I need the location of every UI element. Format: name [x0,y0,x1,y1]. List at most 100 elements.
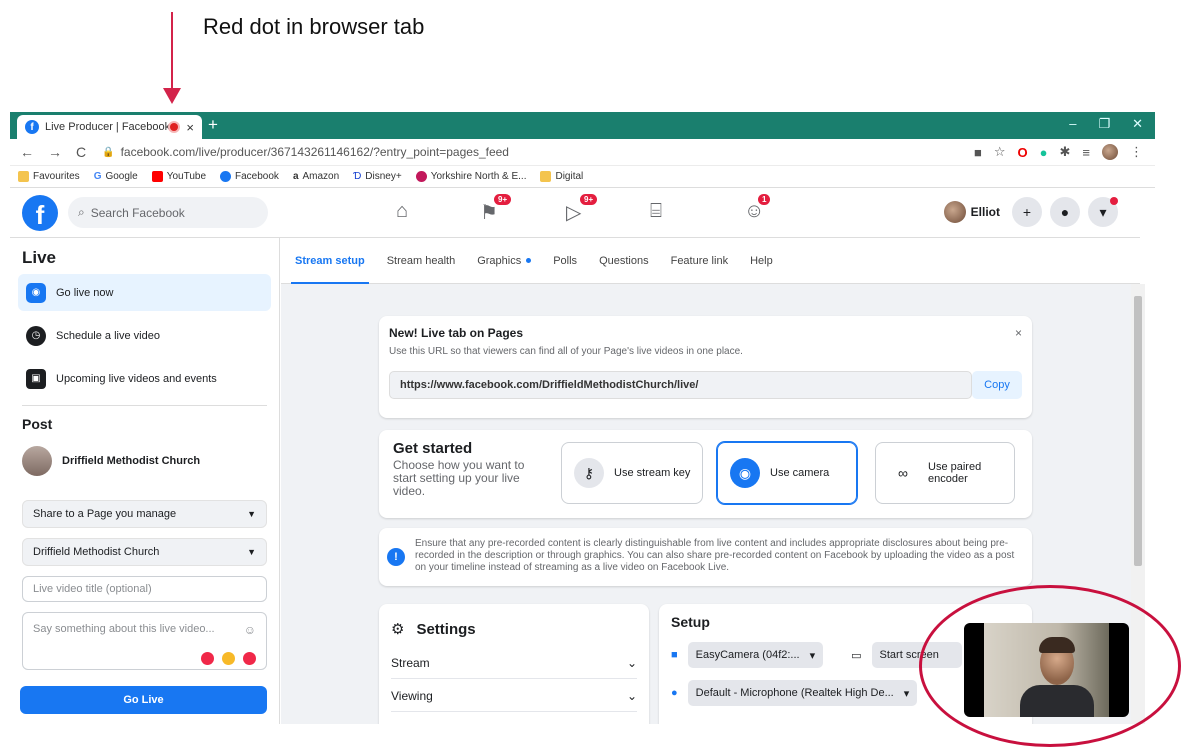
tab-help[interactable]: Help [750,238,773,284]
page-select[interactable]: Driffield Methodist Church ▼ [22,538,267,566]
pages-badge: 9+ [494,194,512,205]
bookmark-google[interactable]: G Google [94,171,138,182]
sidebar-item-schedule[interactable]: ◷ Schedule a live video [18,317,271,354]
address-bar: ← → C 🔒 facebook.com/live/producer/36714… [10,139,1155,166]
go-live-button[interactable]: Go Live [20,686,267,714]
marketplace-icon[interactable]: ⌸ [650,200,662,223]
opera-icon[interactable]: O [1018,145,1028,160]
restore-icon[interactable]: ❐ [1098,116,1110,132]
reaction-red-icon[interactable] [201,652,214,665]
tab-stream-setup[interactable]: Stream setup [291,238,369,285]
folder-icon [18,171,29,182]
post-heading: Post [22,416,53,432]
pages-flag-icon[interactable]: ⚑ 9+ [480,194,512,225]
reaction-yellow-icon[interactable] [222,652,235,665]
facebook-logo-icon[interactable]: f [22,195,58,231]
profile-avatar-icon[interactable] [1102,144,1118,160]
camera-option[interactable]: ◉ Use camera [717,442,857,504]
reading-list-icon[interactable]: ≡ [1082,145,1090,160]
settings-row-stream[interactable]: Stream ⌄ [391,656,637,679]
tab-label: Questions [599,254,649,267]
close-icon[interactable]: × [1015,326,1022,340]
settings-row-viewing[interactable]: Viewing ⌄ [391,689,637,712]
bookmark-label: Facebook [235,171,279,182]
tab-strip: f Live Producer | Facebook × + – ❐ ✕ [10,112,1155,139]
camera-indicator-icon[interactable]: ■ [974,145,982,160]
chevron-down-icon: ⌄ [626,656,637,670]
live-url-field[interactable]: https://www.facebook.com/DriffieldMethod… [389,371,972,399]
bookmark-youtube[interactable]: YouTube [151,171,206,182]
tab-label: Stream health [386,254,456,267]
bookmark-amazon[interactable]: a Amazon [293,171,339,182]
sidebar-item-go-live-now[interactable]: ◉ Go live now [18,274,271,311]
tab-stream-health[interactable]: Stream health [387,238,455,284]
tab-close-icon[interactable]: × [186,120,194,135]
annotation-arrow-line [171,12,173,90]
camera-select[interactable]: EasyCamera (04f2:... ▾ [687,642,824,668]
forward-icon[interactable]: → [48,144,62,160]
screen-icon: ▭ [851,649,862,662]
page-name: Driffield Methodist Church [62,455,201,467]
star-icon[interactable]: ☆ [994,144,1006,160]
scroll-thumb[interactable] [1134,296,1142,566]
bookmark-label: Digital [555,171,584,182]
emoji-icon[interactable]: ☺ [244,623,256,637]
caret-down-icon: ▾ [809,649,816,662]
tab-feature-link[interactable]: Feature link [671,238,728,284]
groups-icon[interactable]: ☺ 1 [744,194,771,223]
reaction-heart-icon[interactable] [243,652,256,665]
menu-kebab-icon[interactable]: ⋮ [1130,144,1143,160]
notifications-button[interactable]: ● [1050,197,1080,227]
account-menu-button[interactable]: ▾ [1088,197,1118,227]
title-input[interactable]: Live video title (optional) [22,576,267,602]
sidebar-item-upcoming[interactable]: ▣ Upcoming live videos and events [18,360,271,397]
facebook-icon [220,171,232,182]
profile-button[interactable]: Elliot [943,201,1004,223]
home-icon[interactable]: ⌂ [396,200,408,223]
microphone-select[interactable]: Default - Microphone (Realtek High De...… [687,680,918,706]
bookmark-favourites[interactable]: Favourites [18,171,80,182]
url-text: facebook.com/live/producer/3671432611461… [120,145,509,159]
search-placeholder: Search Facebook [90,205,185,220]
tab-polls[interactable]: Polls [553,238,577,284]
url-field[interactable]: 🔒 facebook.com/live/producer/36714326114… [102,145,509,159]
dropdown-caret-icon: ▼ [247,547,256,557]
copy-button[interactable]: Copy [972,371,1022,399]
calendar-icon: ▣ [26,368,46,389]
page-select-value: Driffield Methodist Church [33,546,160,558]
settings-card: ⚙ Settings Stream ⌄ Viewing ⌄ [379,604,649,724]
bookmarks-bar: Favourites G Google YouTube Facebook a Ama… [10,166,1155,188]
bookmark-disney[interactable]: Ɗ Disney+ [353,171,402,182]
new-tab-icon[interactable]: + [208,116,218,134]
create-button[interactable]: + [1012,197,1042,227]
bookmark-digital[interactable]: Digital [540,171,583,182]
window-close-icon[interactable]: ✕ [1132,116,1143,132]
prerecorded-notice: ! Ensure that any pre-recorded content i… [379,528,1032,586]
watch-icon[interactable]: ▷ 9+ [566,194,598,225]
share-to-select[interactable]: Share to a Page you manage ▼ [22,500,267,528]
facebook-header: f ⌕ Search Facebook ⌂ ⚑ 9+ ▷ 9+ ⌸ ☺ 1 Ellio… [10,188,1140,238]
search-input[interactable]: ⌕ Search Facebook [68,197,268,228]
reload-icon[interactable]: C [76,144,86,160]
bookmark-facebook[interactable]: Facebook [220,171,279,182]
sidebar-item-label: Go live now [56,286,114,299]
bookmark-yorkshire[interactable]: Yorkshire North & E... [415,171,526,182]
back-icon[interactable]: ← [20,144,34,160]
gear-icon: ⚙ [391,621,405,638]
bookmark-label: Favourites [33,171,80,182]
bell-icon: ● [1060,204,1070,220]
tab-label: Help [750,254,773,267]
puzzle-icon[interactable]: ✱ [1060,144,1071,160]
highlight-oval [919,585,1181,747]
tab-questions[interactable]: Questions [599,238,649,284]
key-icon: ⚷ [574,458,604,488]
option-label: Use paired encoder [928,461,982,485]
caret-down-icon: ▾ [1099,203,1107,220]
stream-key-option[interactable]: ⚷ Use stream key [561,442,703,504]
browser-tab[interactable]: f Live Producer | Facebook × [17,115,202,139]
description-input[interactable]: Say something about this live video... ☺ [22,612,267,670]
paired-encoder-option[interactable]: ∞ Use paired encoder [875,442,1015,504]
tab-graphics[interactable]: Graphics [477,238,532,284]
minimize-icon[interactable]: – [1069,116,1076,132]
grammarly-icon[interactable]: ● [1040,145,1048,160]
